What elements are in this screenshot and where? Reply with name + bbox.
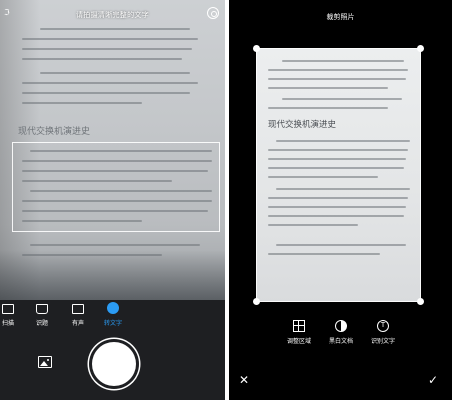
- camera-screen: 现代交换机演进史 ℑ 请拍摄清晰完整的文字 扫描 识题 有声 转文字: [0, 0, 225, 400]
- mode-question[interactable]: 识题: [27, 298, 57, 327]
- confirm-button[interactable]: ✓: [428, 374, 438, 386]
- crop-handle-top-right[interactable]: [417, 45, 424, 52]
- settings-icon[interactable]: [207, 7, 219, 19]
- crop-title: 裁剪照片: [326, 13, 355, 21]
- crop-boundary[interactable]: [256, 48, 421, 302]
- text-recognize-icon: T: [377, 320, 389, 332]
- tool-recognize-text[interactable]: T 识别文字: [363, 318, 403, 345]
- mode-label-active: 转文字: [103, 320, 122, 327]
- tool-adjust-area[interactable]: 调整区域: [279, 318, 319, 345]
- mode-label: 扫描: [1, 320, 14, 327]
- text-line: [22, 82, 198, 84]
- mode-label: 有声: [71, 320, 84, 327]
- cancel-button[interactable]: ✕: [239, 374, 249, 386]
- text-line: [22, 102, 142, 104]
- crop-handle-top-left[interactable]: [253, 45, 260, 52]
- tool-bw-document[interactable]: 黑白文档: [321, 318, 361, 345]
- viewfinder-shade: [0, 250, 225, 300]
- audio-icon: [72, 304, 84, 314]
- text-line: [22, 92, 190, 94]
- crop-screen: 裁剪照片 现代交换机演进史 调整区域 黑白文档 T 识别文字 ✕ ✓: [229, 0, 452, 400]
- mode-audio[interactable]: 有声: [63, 298, 93, 327]
- text-line: [22, 48, 192, 50]
- gallery-icon[interactable]: [38, 356, 52, 368]
- crop-handle-bottom-left[interactable]: [253, 298, 260, 305]
- mode-scan[interactable]: 扫描: [0, 298, 23, 327]
- book-icon: [36, 304, 48, 314]
- crop-handle-bottom-right[interactable]: [417, 298, 424, 305]
- mode-text[interactable]: 转文字: [98, 298, 128, 327]
- scan-icon: [2, 304, 14, 314]
- edit-toolbar: 调整区域 黑白文档 T 识别文字: [229, 318, 452, 358]
- tool-label: 调整区域: [286, 338, 311, 345]
- mode-selector: 扫描 识题 有声 转文字: [0, 298, 225, 338]
- text-line: [40, 28, 190, 30]
- camera-hint-title: 请拍摄清晰完整的文字: [76, 11, 149, 19]
- mode-label: 识题: [35, 320, 48, 327]
- camera-viewfinder: 现代交换机演进史: [0, 0, 225, 300]
- text-line: [22, 58, 182, 60]
- scan-frame[interactable]: [12, 142, 220, 232]
- document-heading: 现代交换机演进史: [18, 127, 91, 137]
- tool-label: 识别文字: [370, 338, 395, 345]
- contrast-icon: [335, 320, 347, 332]
- text-line: [30, 244, 200, 246]
- grid-icon: [293, 320, 305, 332]
- shutter-button[interactable]: [92, 342, 136, 386]
- text-line: [40, 72, 190, 74]
- text-line: [22, 38, 198, 40]
- text-dot-icon: [107, 302, 119, 314]
- tool-label: 黑白文档: [328, 338, 353, 345]
